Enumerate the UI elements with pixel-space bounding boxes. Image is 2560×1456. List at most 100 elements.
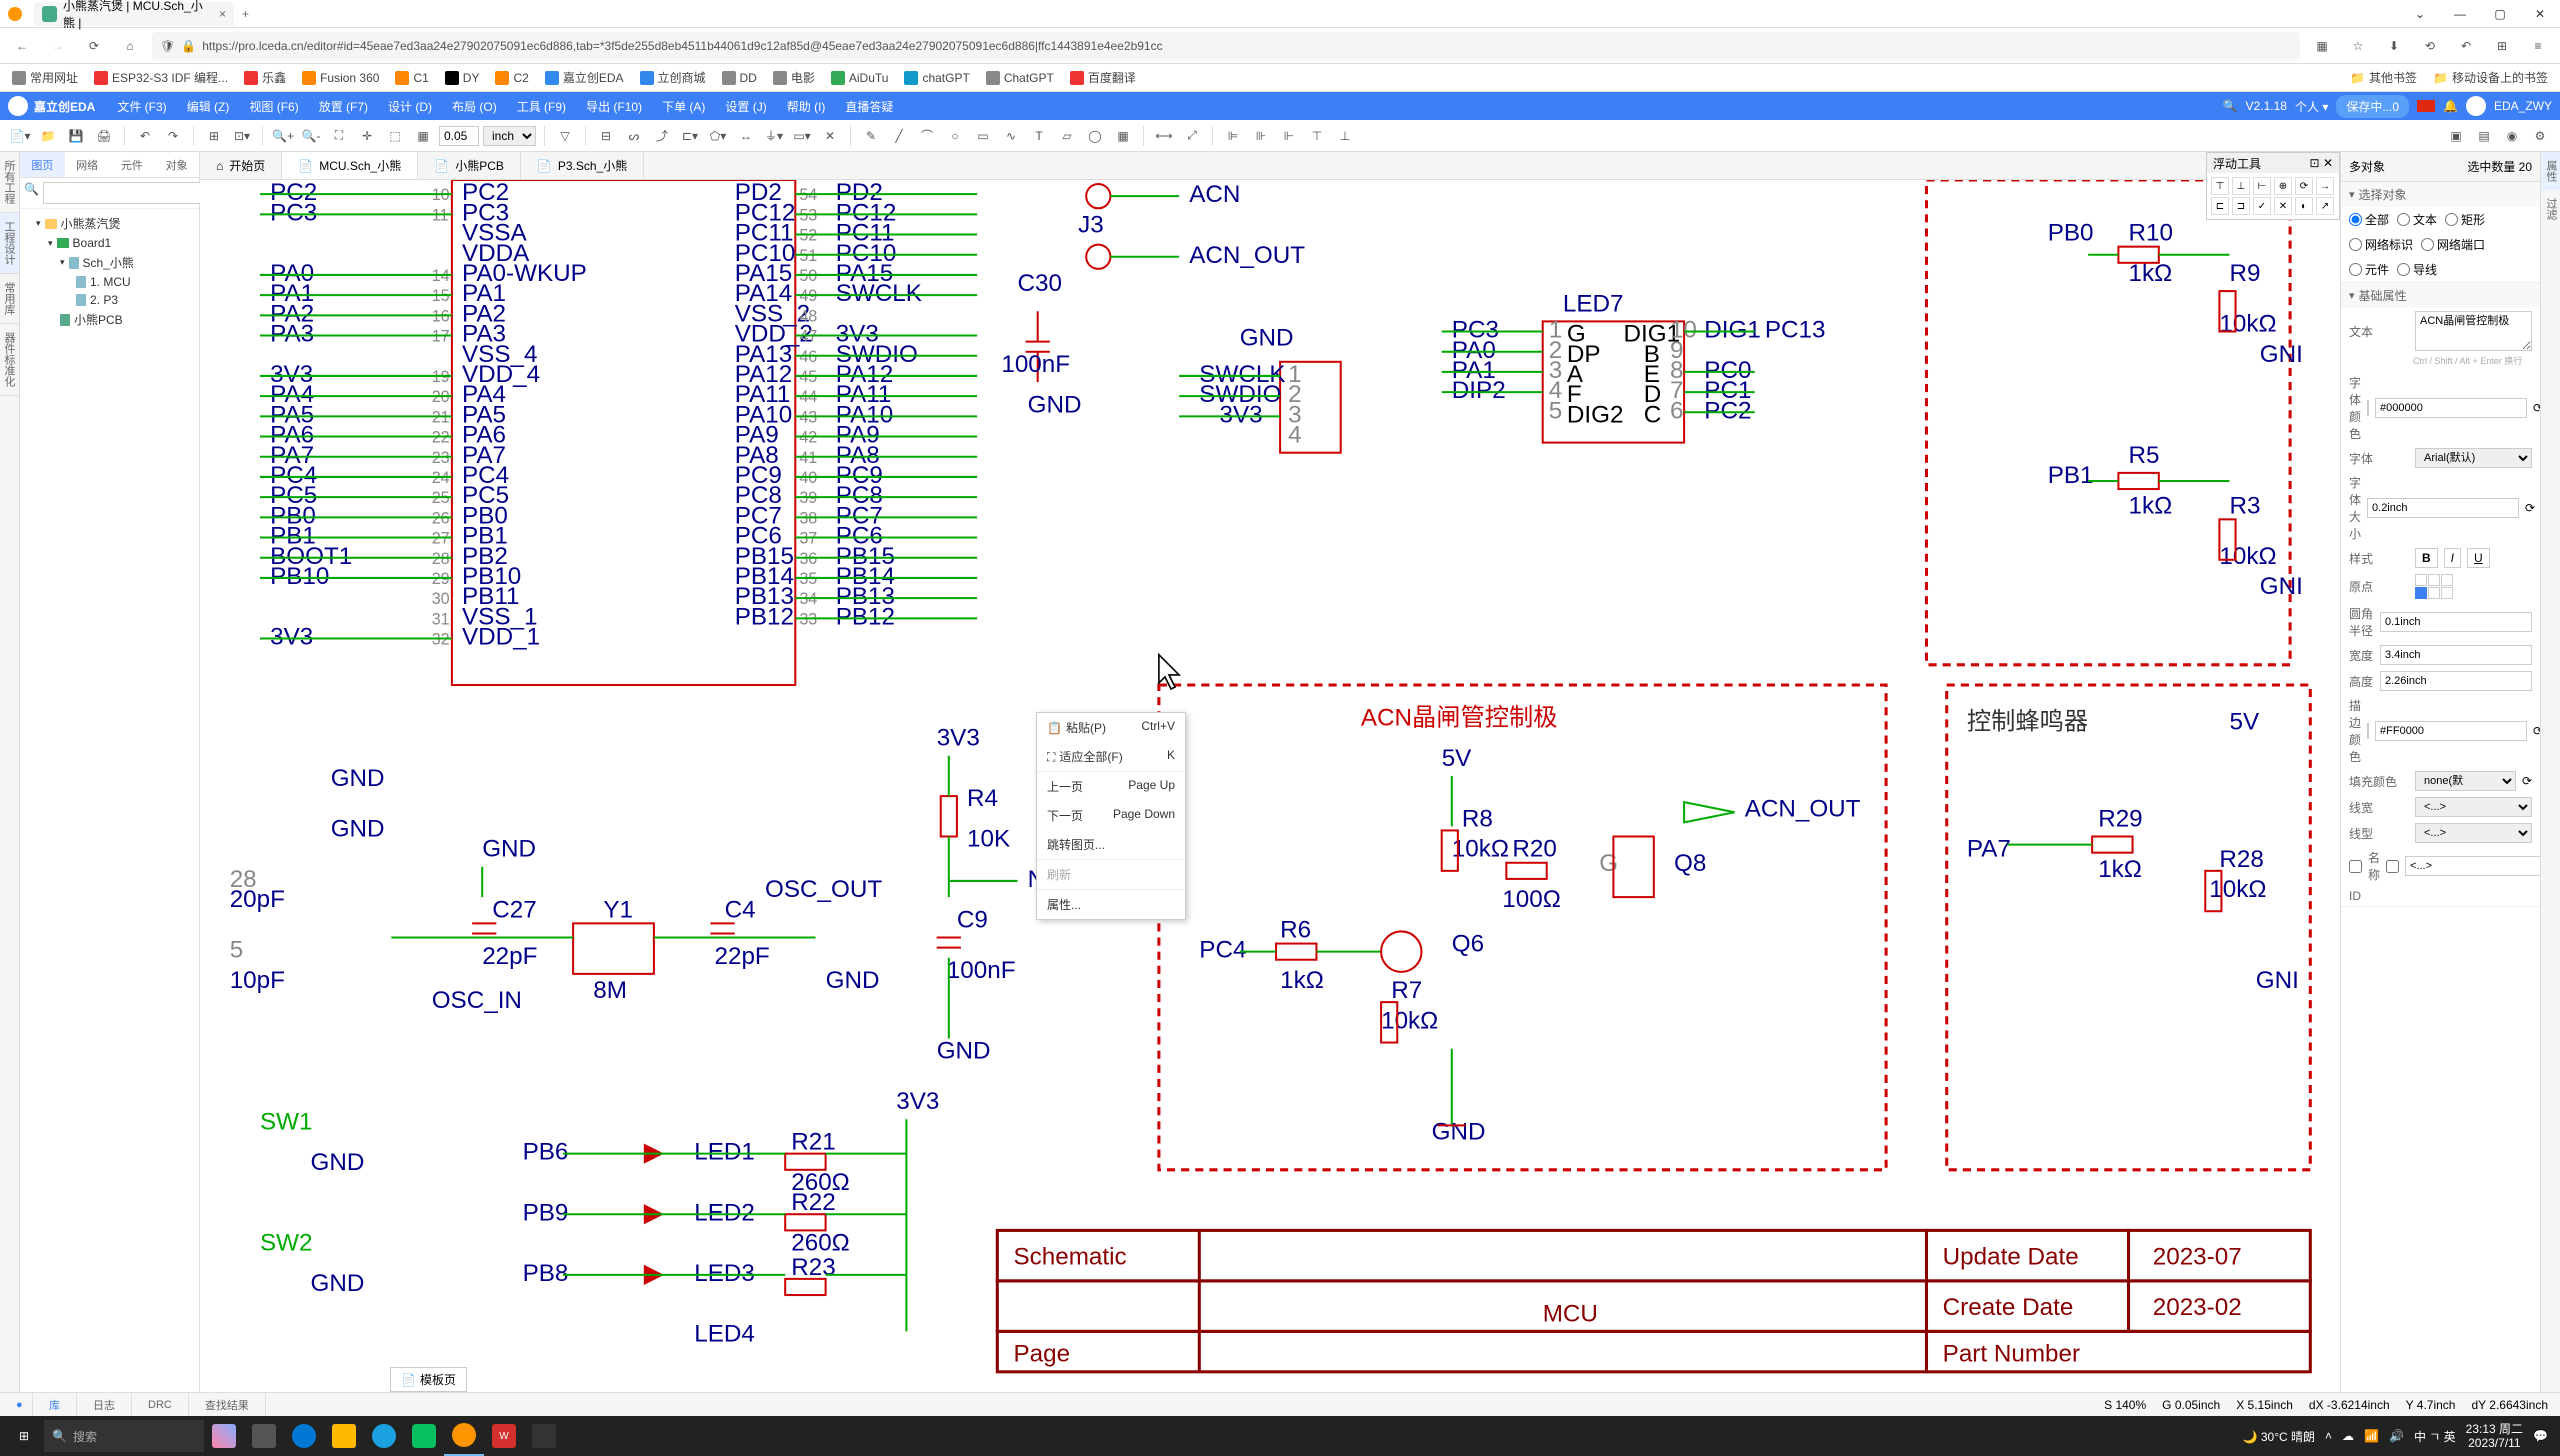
chevron-down-icon[interactable]: ⌄ xyxy=(2400,0,2440,28)
ctx-properties[interactable]: 属性... xyxy=(1037,890,1185,919)
zoom-in-icon[interactable]: 🔍+ xyxy=(271,124,295,148)
tree-page-2[interactable]: 2. P3 xyxy=(24,291,195,309)
ft-9[interactable]: ✓ xyxy=(2253,197,2271,215)
btab-drc[interactable]: DRC xyxy=(132,1393,189,1416)
search-icon[interactable]: 🔍 xyxy=(24,182,39,204)
ft-11[interactable]: ◐ xyxy=(2295,197,2313,215)
maximize-button[interactable]: ▢ xyxy=(2480,0,2520,28)
canvas-area[interactable]: ⌂开始页 📄MCU.Sch_小熊 📄小熊PCB 📄P3.Sch_小熊 PC210… xyxy=(200,152,2340,1392)
float-expand-icon[interactable]: ⊡ xyxy=(2310,156,2320,170)
ft-5[interactable]: ⟳ xyxy=(2295,177,2313,195)
nc-icon[interactable]: ✕ xyxy=(818,124,842,148)
grid2-icon[interactable]: ▦ xyxy=(411,124,435,148)
rail-device-std[interactable]: 器件标准化 xyxy=(0,324,19,396)
noconnect-icon[interactable]: ▭▾ xyxy=(790,124,814,148)
tree-pcb[interactable]: 小熊PCB xyxy=(24,309,195,330)
origin-tl[interactable] xyxy=(2415,574,2427,586)
ctx-prev-page[interactable]: 上一页Page Up xyxy=(1037,772,1185,801)
bookmark-13[interactable]: ChatGPT xyxy=(982,69,1058,87)
undo-icon[interactable]: ↶ xyxy=(133,124,157,148)
mobile-bookmarks[interactable]: 📁移动设备上的书签 xyxy=(2429,67,2552,88)
menu-file[interactable]: 文件 (F3) xyxy=(107,92,176,120)
task-edge[interactable] xyxy=(284,1416,324,1456)
name-checkbox2[interactable] xyxy=(2386,860,2399,873)
check-text[interactable]: 文本 xyxy=(2397,211,2437,228)
forward-button[interactable]: → xyxy=(44,32,72,60)
reset-icon[interactable]: ⟳ xyxy=(2525,501,2535,515)
bookmark-5[interactable]: DY xyxy=(441,69,484,87)
ctx-fit-all[interactable]: ⛶适应全部(F)K xyxy=(1037,742,1185,771)
origin-ml[interactable] xyxy=(2415,587,2427,599)
align-t-icon[interactable]: ⊤ xyxy=(1305,124,1329,148)
width-input[interactable] xyxy=(2380,645,2532,665)
ft-10[interactable]: ✕ xyxy=(2274,197,2292,215)
download-icon[interactable]: ⬇ xyxy=(2380,32,2408,60)
bezier-icon[interactable]: ∿ xyxy=(999,124,1023,148)
team-label[interactable]: 个人 ▾ xyxy=(2295,98,2328,115)
menu-settings[interactable]: 设置 (J) xyxy=(715,92,776,120)
bookmark-11[interactable]: AiDuTu xyxy=(827,69,893,87)
new-tab-button[interactable]: + xyxy=(234,7,257,21)
bookmark-4[interactable]: C1 xyxy=(391,69,432,87)
menu-view[interactable]: 视图 (F6) xyxy=(239,92,308,120)
line-icon[interactable]: ╱ xyxy=(887,124,911,148)
btab-library[interactable]: 库 xyxy=(33,1393,77,1416)
history-icon[interactable]: ↶ xyxy=(2452,32,2480,60)
bookmark-7[interactable]: 嘉立创EDA xyxy=(541,67,628,88)
check-component[interactable]: 元件 xyxy=(2349,261,2389,278)
search-icon[interactable]: 🔍 xyxy=(2223,99,2238,113)
doc-tab-p3[interactable]: 📄P3.Sch_小熊 xyxy=(521,152,644,179)
probe-icon[interactable]: ⤢ xyxy=(1180,124,1204,148)
check-rect[interactable]: 矩形 xyxy=(2445,211,2485,228)
stroke-color-input[interactable] xyxy=(2375,721,2527,741)
doc-tab-mcu[interactable]: 📄MCU.Sch_小熊 xyxy=(282,152,418,179)
fit-icon[interactable]: ⛶ xyxy=(327,124,351,148)
extension-icon[interactable]: ⊞ xyxy=(2488,32,2516,60)
bookmark-3[interactable]: Fusion 360 xyxy=(298,69,383,87)
power-icon[interactable]: ↔ xyxy=(734,124,758,148)
ft-2[interactable]: ⊥ xyxy=(2232,177,2250,195)
menu-order[interactable]: 下单 (A) xyxy=(652,92,715,120)
btab-indicator[interactable]: ● xyxy=(0,1393,33,1416)
save-icon[interactable]: 💾 xyxy=(64,124,88,148)
panel2-icon[interactable]: ▤ xyxy=(2472,124,2496,148)
tray-up-icon[interactable]: ˄ xyxy=(2325,1429,2332,1443)
check-all[interactable]: 全部 xyxy=(2349,211,2389,228)
reset-icon[interactable]: ⟳ xyxy=(2533,401,2540,415)
bookmark-10[interactable]: 电影 xyxy=(769,67,819,88)
minimize-button[interactable]: — xyxy=(2440,0,2480,28)
radius-input[interactable] xyxy=(2380,612,2532,632)
tree-search-input[interactable] xyxy=(43,182,208,204)
btab-find[interactable]: 查找结果 xyxy=(189,1393,266,1416)
ctx-next-page[interactable]: 下一页Page Down xyxy=(1037,801,1185,830)
rail-all-projects[interactable]: 所有工程 xyxy=(0,152,19,213)
home-button[interactable]: ⌂ xyxy=(116,32,144,60)
template-page-tab[interactable]: 📄模板页 xyxy=(390,1367,467,1392)
url-field[interactable]: 🛡 🔒 https://pro.lceda.cn/editor#id=45eae… xyxy=(152,32,2300,60)
close-button[interactable]: ✕ xyxy=(2520,0,2560,28)
rail-common-lib[interactable]: 常用库 xyxy=(0,274,19,324)
task-paint[interactable] xyxy=(204,1416,244,1456)
pen-icon[interactable]: ✎ xyxy=(859,124,883,148)
task-taskview[interactable] xyxy=(244,1416,284,1456)
task-explorer[interactable] xyxy=(324,1416,364,1456)
ft-4[interactable]: ⊕ xyxy=(2274,177,2292,195)
back-button[interactable]: ← xyxy=(8,32,36,60)
new-icon[interactable]: 📄▾ xyxy=(8,124,32,148)
panel3-icon[interactable]: ◉ xyxy=(2500,124,2524,148)
doc-tab-pcb[interactable]: 📄小熊PCB xyxy=(418,152,521,179)
tray-notifications-icon[interactable]: 💬 xyxy=(2533,1429,2548,1443)
menu-design[interactable]: 设计 (D) xyxy=(378,92,442,120)
tree-root[interactable]: 小熊蒸汽煲 xyxy=(24,213,195,234)
ft-7[interactable]: ⊏ xyxy=(2211,197,2229,215)
task-wechat[interactable] xyxy=(404,1416,444,1456)
bookmark-6[interactable]: C2 xyxy=(491,69,532,87)
origin-mr[interactable] xyxy=(2441,587,2453,599)
align-icon[interactable]: ⊡▾ xyxy=(230,124,254,148)
btab-log[interactable]: 日志 xyxy=(77,1393,132,1416)
menu-help[interactable]: 帮助 (I) xyxy=(777,92,836,120)
bookmark-12[interactable]: chatGPT xyxy=(900,69,973,87)
sync-icon[interactable]: ⟲ xyxy=(2416,32,2444,60)
height-input[interactable] xyxy=(2380,671,2532,691)
align-r-icon[interactable]: ⊩ xyxy=(1277,124,1301,148)
